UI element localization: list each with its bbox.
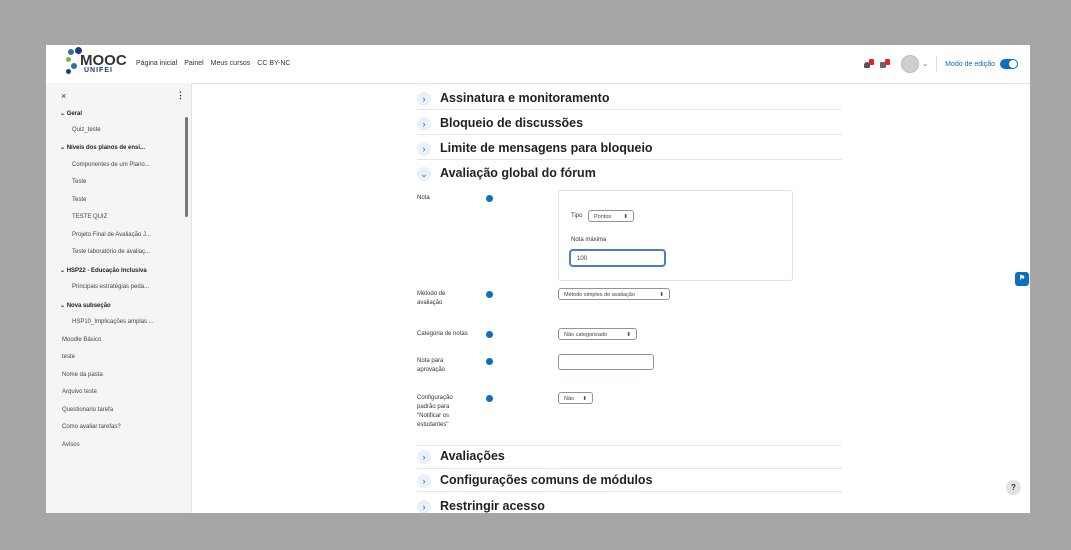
logo-subtext: UNIFEI (84, 67, 113, 74)
grade-settings-box: Tipo Pontos ⬍ Nota máxima 100 (558, 190, 793, 281)
sidebar-item[interactable]: TESTE QUIZ (72, 214, 107, 220)
categoria-label: Categoria de notas (417, 331, 468, 337)
sidebar-item[interactable]: Teste (72, 197, 86, 203)
metodo-select-value: Método simples de avaliação (564, 292, 635, 298)
frame-background: MOOC UNIFEI Página inicial Painel Meus c… (0, 0, 1071, 550)
sidebar-scrollbar[interactable] (185, 117, 188, 217)
nav-link-dashboard[interactable]: Painel (184, 60, 203, 67)
sidebar-item[interactable]: Questionario tarefa (62, 407, 113, 413)
main-content: › Assinatura e monitoramento › Bloqueio … (192, 83, 1030, 513)
notificar-select-value: Não (564, 396, 575, 402)
sidebar-item[interactable]: Nome da pasta (62, 372, 103, 378)
section-limite[interactable]: › Limite de mensagens para bloqueio (417, 139, 842, 160)
select-arrow-icon: ⬍ (659, 292, 664, 298)
tipo-select[interactable]: Pontos ⬍ (588, 210, 634, 222)
section-configuracoes-comuns[interactable]: › Configurações comuns de módulos (417, 471, 842, 492)
sidebar-item[interactable]: Principais estratégias peda... (72, 284, 149, 290)
section-title: Avaliações (440, 449, 505, 463)
sidebar-item[interactable]: ⌄ HSP22 - Educação Inclusiva (60, 267, 147, 274)
section-avaliacao-global[interactable]: ⌄ Avaliação global do fórum (417, 164, 842, 184)
metodo-select[interactable]: Método simples de avaliação ⬍ (558, 288, 670, 300)
section-restringir-acesso[interactable]: › Restringir acesso (417, 497, 842, 513)
sidebar-item[interactable]: Moodle Básico (62, 337, 101, 343)
sidebar-item[interactable]: ⌄ Níveis dos planos de ensi... (60, 144, 145, 151)
help-icon[interactable] (486, 195, 493, 202)
section-title: Restringir acesso (440, 499, 545, 513)
chevron-down-icon: ⌄ (417, 167, 431, 181)
edit-mode-label: Modo de edição (945, 60, 995, 68)
nav-link-my-courses[interactable]: Meus cursos (211, 60, 251, 67)
sidebar-item[interactable]: Projeto Final de Avaliação J... (72, 232, 151, 238)
section-assinatura[interactable]: › Assinatura e monitoramento (417, 89, 842, 110)
select-arrow-icon: ⬍ (623, 214, 628, 220)
notificar-label: Configuração padrão para "Notificar os estu… (417, 395, 453, 428)
chevron-right-icon: › (417, 142, 431, 156)
sidebar-item[interactable]: Teste laboratório de avaliaç... (72, 249, 150, 255)
section-title: Avaliação global do fórum (440, 166, 596, 180)
sidebar-menu-icon[interactable]: ⋮ (176, 90, 185, 101)
nota-maxima-label: Nota máxima (571, 237, 607, 243)
categoria-select[interactable]: Não categorizado ⬍ (558, 328, 637, 340)
user-menu-caret-icon[interactable]: ⌄ (922, 60, 928, 68)
user-avatar[interactable] (901, 55, 920, 73)
sidebar-item[interactable]: Arquivo teste (62, 389, 97, 395)
browser-screen: MOOC UNIFEI Página inicial Painel Meus c… (46, 45, 1030, 513)
course-index-sidebar: × ⋮ ⌄ Geral Quiz_teste ⌄ Níveis dos planos… (46, 83, 192, 513)
chevron-right-icon: › (417, 500, 431, 513)
nota-maxima-input[interactable]: 100 (569, 249, 666, 267)
tipo-label: Tipo (571, 213, 583, 219)
chevron-right-icon: › (417, 117, 431, 131)
sidebar-item[interactable]: Teste (72, 179, 86, 185)
nav-link-license[interactable]: CC BY-NC (257, 60, 290, 67)
sidebar-item[interactable]: Como avaliar tarefas? (62, 424, 121, 430)
top-navbar: MOOC UNIFEI Página inicial Painel Meus c… (46, 45, 1030, 84)
select-arrow-icon: ⬍ (582, 396, 587, 402)
help-button[interactable]: ? (1006, 480, 1021, 495)
sidebar-item[interactable]: HSP10_Implicações amplas ... (72, 319, 154, 325)
chevron-right-icon: › (417, 92, 431, 106)
site-logo[interactable]: MOOC UNIFEI (66, 47, 127, 79)
metodo-label: Método de avaliação (417, 291, 446, 306)
navbar-divider (936, 56, 938, 72)
navbar-user-area: ⌄ Modo de edição (863, 55, 1018, 73)
nota-label: Nota (417, 195, 430, 201)
sidebar-item[interactable]: ⌄ Geral (60, 110, 82, 117)
sidebar-item[interactable]: ⌄ Nova subseção (60, 302, 111, 309)
sidebar-item[interactable]: Quiz_teste (72, 127, 101, 133)
chevron-right-icon: › (417, 450, 431, 464)
accessibility-icon[interactable]: ⚑ (1015, 272, 1029, 286)
help-icon[interactable] (486, 395, 493, 402)
section-bloqueio[interactable]: › Bloqueio de discussões (417, 114, 842, 135)
help-icon[interactable] (486, 291, 493, 298)
tipo-select-value: Pontos (594, 214, 612, 220)
section-title: Limite de mensagens para bloqueio (440, 141, 653, 155)
nota-aprovacao-input[interactable] (558, 354, 654, 370)
sidebar-item[interactable]: teste (62, 354, 75, 360)
help-icon[interactable] (486, 358, 493, 365)
section-title: Assinatura e monitoramento (440, 91, 610, 105)
section-title: Bloqueio de discussões (440, 116, 584, 130)
section-title: Configurações comuns de módulos (440, 473, 653, 487)
aprovacao-label: Nota para aprovação (417, 358, 446, 373)
edit-mode-toggle[interactable] (1000, 59, 1018, 69)
primary-nav: Página inicial Painel Meus cursos CC BY-… (136, 60, 295, 67)
close-sidebar-icon[interactable]: × (61, 91, 66, 101)
chevron-right-icon: › (417, 474, 431, 488)
messages-icon[interactable] (879, 59, 891, 69)
select-arrow-icon: ⬍ (626, 332, 631, 338)
help-icon[interactable] (486, 331, 493, 338)
notifications-icon[interactable] (863, 59, 875, 69)
notificar-select[interactable]: Não ⬍ (558, 392, 593, 404)
section-avaliacoes[interactable]: › Avaliações (417, 445, 842, 469)
sidebar-item[interactable]: Avisos (62, 442, 80, 448)
sidebar-item[interactable]: Componentes de um Plano... (72, 162, 150, 168)
nav-link-home[interactable]: Página inicial (136, 60, 177, 67)
categoria-select-value: Não categorizado (564, 332, 608, 338)
